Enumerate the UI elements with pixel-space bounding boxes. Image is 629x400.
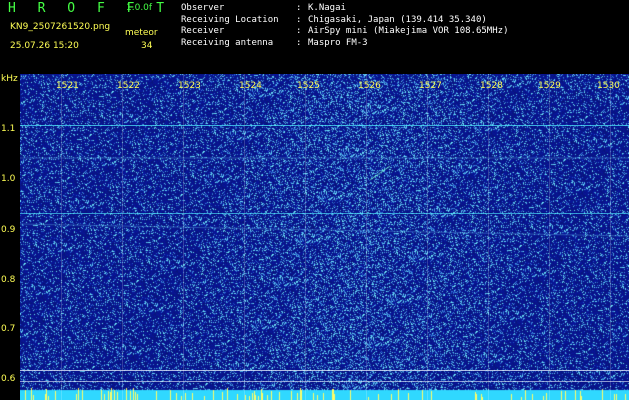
y-tick-label: 0.6 (1, 374, 16, 384)
x-tick-label: 1529 (538, 81, 561, 91)
y-tick-label: 0.8 (1, 275, 16, 285)
time-gridline (488, 74, 489, 400)
reference-line (20, 370, 629, 371)
x-tick-label: 1523 (178, 81, 201, 91)
y-tick-label: 1.0 (1, 174, 16, 184)
time-gridline (549, 74, 550, 400)
app-version: 1.0.0f (126, 3, 153, 13)
info-colon: : (296, 3, 302, 13)
x-tick-label: 1530 (597, 81, 620, 91)
time-gridline (305, 74, 306, 400)
y-tick-label: 0.7 (1, 324, 16, 334)
meteor-count: 34 (141, 41, 153, 51)
info-value: AirSpy mini (Miakejima VOR 108.65MHz) (308, 26, 509, 36)
x-tick-label: 1521 (56, 81, 79, 91)
x-tick-label: 1527 (419, 81, 442, 91)
x-tick-label: 1528 (480, 81, 503, 91)
time-gridline (244, 74, 245, 400)
time-gridline (122, 74, 123, 400)
info-key: Receiving antenna (181, 37, 274, 48)
meteor-label: meteor (125, 28, 158, 38)
station-info: Observer: K.Nagai Receiving Location: Chig… (181, 3, 508, 49)
x-tick-label: 1522 (117, 81, 140, 91)
info-key: Receiving Location (181, 14, 279, 25)
time-gridline (427, 74, 428, 400)
time-gridline (61, 74, 62, 400)
info-value: Chigasaki, Japan (139.414 35.340) (308, 14, 487, 25)
info-row-receiver: Receiver: AirSpy mini (Miakejima VOR 108.… (181, 26, 508, 38)
y-axis-unit: kHz (1, 74, 18, 84)
time-gridline (610, 74, 611, 400)
time-gridline (366, 74, 367, 400)
info-key: Observer (181, 3, 225, 13)
spectrogram-plot (20, 74, 629, 400)
spectrogram-canvas (20, 74, 629, 400)
info-value: K.Nagai (308, 3, 346, 13)
info-colon: : (296, 26, 302, 36)
y-tick-label: 0.9 (1, 225, 16, 235)
info-colon: : (296, 37, 302, 48)
y-tick-label: 1.1 (1, 124, 16, 134)
header-panel: H R O F F T 1.0.0f KN9_2507261520.png me… (0, 0, 629, 74)
info-value: Maspro FM-3 (308, 37, 368, 48)
time-gridline (183, 74, 184, 400)
x-tick-label: 1526 (358, 81, 381, 91)
info-row-observer: Observer: K.Nagai (181, 3, 508, 15)
info-key: Receiver (181, 26, 225, 36)
info-row-antenna: Receiving antenna: Maspro FM-3 (181, 38, 508, 50)
carrier-trace (20, 213, 629, 214)
info-colon: : (296, 14, 302, 25)
x-tick-label: 1525 (297, 81, 320, 91)
info-row-location: Receiving Location: Chigasaki, Japan (139… (181, 15, 508, 27)
reference-line (20, 381, 629, 382)
x-tick-label: 1524 (239, 81, 262, 91)
capture-datetime: 25.07.26 15:20 (10, 41, 79, 51)
file-name: KN9_2507261520.png (10, 22, 111, 32)
carrier-trace (20, 125, 629, 126)
